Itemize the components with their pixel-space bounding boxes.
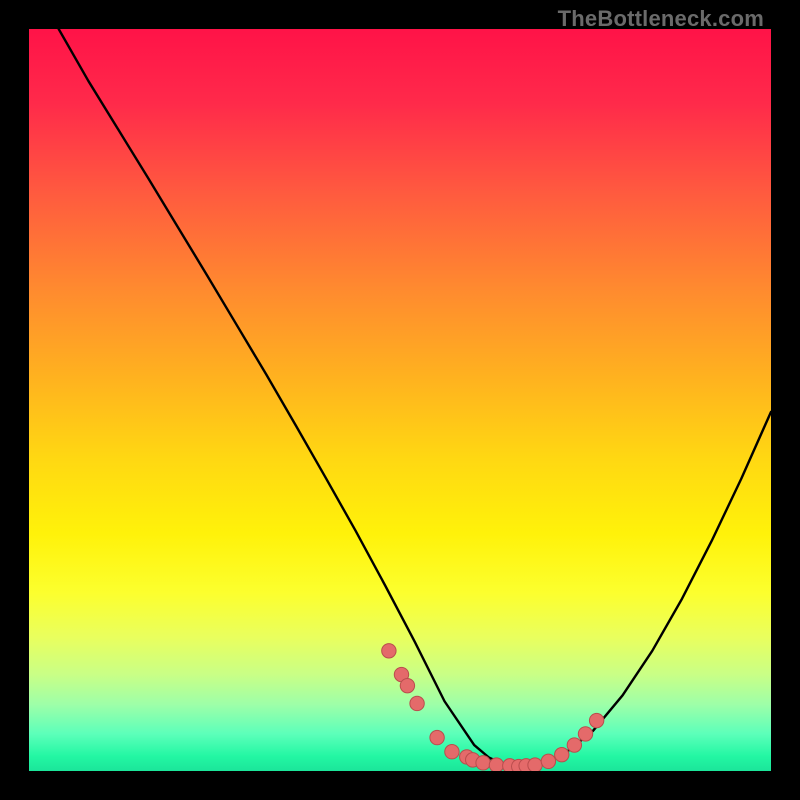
- data-marker: [445, 745, 459, 759]
- data-marker: [382, 644, 396, 658]
- watermark-text: TheBottleneck.com: [558, 6, 764, 32]
- plot-area: [29, 29, 771, 771]
- data-marker: [476, 756, 490, 770]
- data-marker: [541, 754, 555, 768]
- data-marker: [489, 758, 503, 771]
- data-marker: [528, 758, 542, 771]
- data-marker: [578, 727, 592, 741]
- chart-svg: [29, 29, 771, 771]
- curve-path: [59, 29, 771, 767]
- data-marker: [400, 678, 414, 692]
- data-marker: [567, 738, 581, 752]
- chart-frame: TheBottleneck.com: [0, 0, 800, 800]
- curve-markers: [382, 644, 604, 771]
- data-marker: [589, 713, 603, 727]
- data-marker: [430, 730, 444, 744]
- curve-line: [59, 29, 771, 767]
- data-marker: [410, 696, 424, 710]
- data-marker: [555, 747, 569, 761]
